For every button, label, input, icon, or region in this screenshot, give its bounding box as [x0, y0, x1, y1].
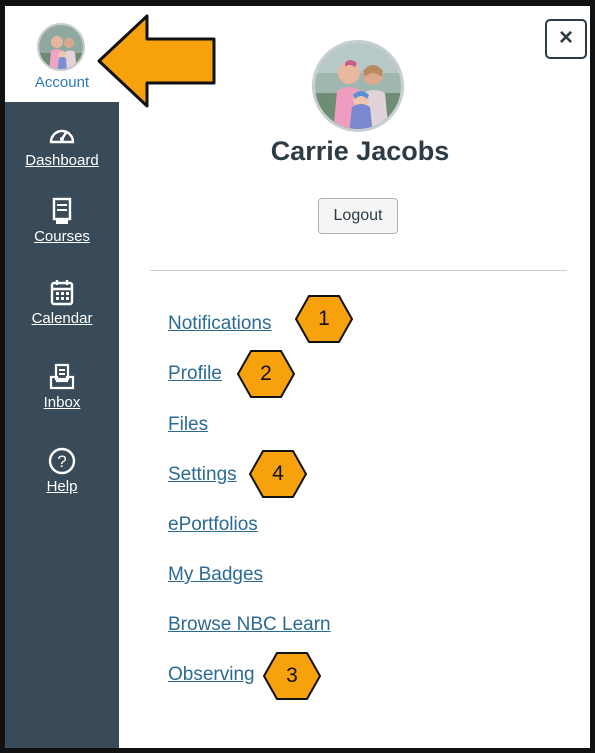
callout-number: 4: [272, 462, 284, 485]
menu-link-observing[interactable]: Observing: [168, 664, 255, 686]
section-divider: [150, 270, 567, 271]
logout-button[interactable]: Logout: [318, 198, 398, 234]
nav-label-courses[interactable]: Courses: [5, 228, 119, 245]
nav-item-courses[interactable]: Courses: [5, 196, 119, 245]
profile-avatar: [312, 40, 404, 132]
callout-number: 2: [260, 362, 272, 385]
callout-badge: 4: [248, 449, 308, 499]
help-question-icon: ?: [5, 446, 119, 476]
inbox-tray-icon: [5, 362, 119, 392]
account-avatar[interactable]: [37, 23, 85, 71]
callout-number: 3: [286, 664, 298, 687]
callout-badge: 1: [294, 294, 354, 344]
callout-badge: 2: [236, 349, 296, 399]
callout-number: 1: [318, 307, 330, 330]
menu-link-files[interactable]: Files: [168, 414, 208, 436]
menu-link-eportfolios[interactable]: ePortfolios: [168, 514, 258, 536]
nav-item-help[interactable]: ? Help: [5, 446, 119, 495]
nav-label-help[interactable]: Help: [5, 478, 119, 495]
menu-link-profile[interactable]: Profile: [168, 363, 222, 385]
close-tray-button[interactable]: ×: [545, 19, 587, 59]
nav-item-inbox[interactable]: Inbox: [5, 362, 119, 411]
menu-link-my-badges[interactable]: My Badges: [168, 564, 263, 586]
menu-link-browse-nbc-learn[interactable]: Browse NBC Learn: [168, 614, 331, 636]
nav-label-calendar[interactable]: Calendar: [5, 310, 119, 327]
nav-item-dashboard[interactable]: Dashboard: [5, 120, 119, 169]
callout-badge: 3: [262, 651, 322, 701]
svg-text:?: ?: [57, 452, 66, 471]
nav-label-dashboard[interactable]: Dashboard: [5, 152, 119, 169]
calendar-icon: [5, 278, 119, 308]
courses-book-icon: [5, 196, 119, 226]
user-display-name: Carrie Jacobs: [270, 136, 450, 166]
dashboard-gauge-icon: [5, 120, 119, 150]
menu-link-notifications[interactable]: Notifications: [168, 313, 272, 335]
orange-arrow-icon: [97, 14, 216, 108]
menu-link-settings[interactable]: Settings: [168, 464, 237, 486]
nav-item-calendar[interactable]: Calendar: [5, 278, 119, 327]
nav-label-inbox[interactable]: Inbox: [5, 394, 119, 411]
